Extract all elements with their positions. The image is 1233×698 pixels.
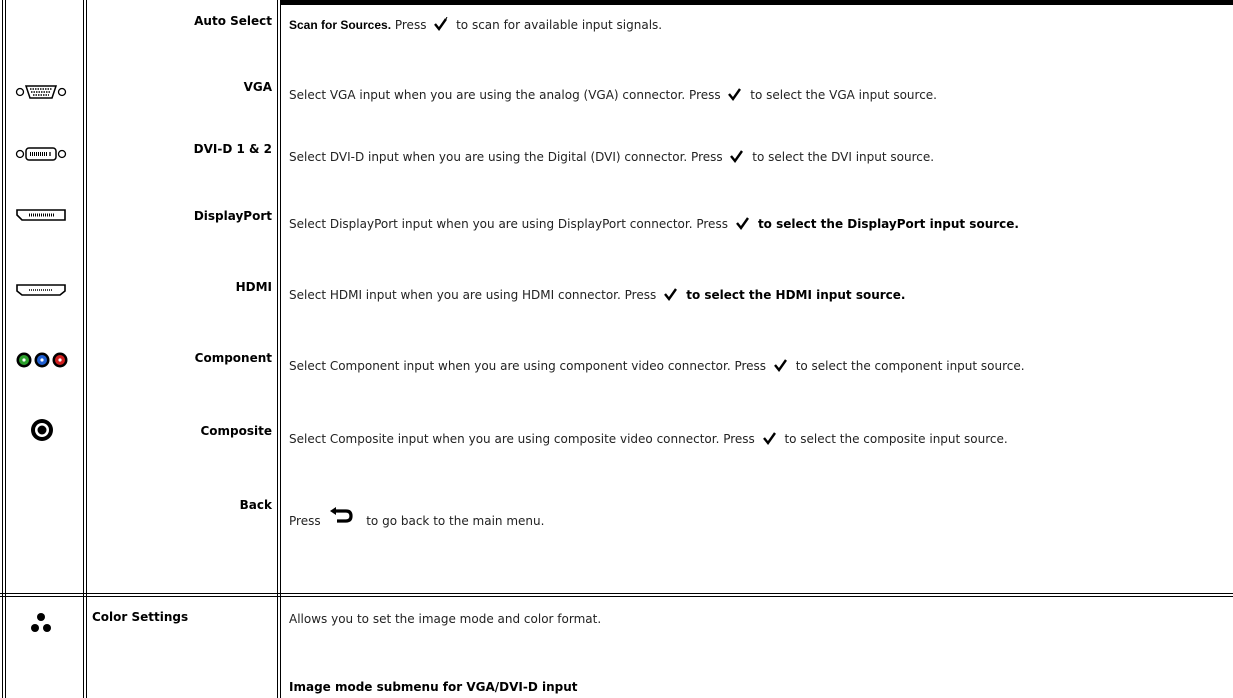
checkmark-icon xyxy=(735,217,749,230)
component-connector-icon xyxy=(15,351,71,372)
checkmark-icon xyxy=(434,17,448,31)
checkmark-icon xyxy=(728,88,742,101)
displayport-description: Select DisplayPort input when you are us… xyxy=(289,216,1019,231)
composite-description: Select Composite input when you are usin… xyxy=(289,431,1008,446)
hdmi-label: HDMI xyxy=(235,280,272,294)
desc-post: to select the VGA input source. xyxy=(746,88,937,102)
checkmark-icon xyxy=(664,288,678,301)
back-arrow-icon xyxy=(330,507,354,523)
color-settings-label: Color Settings xyxy=(92,610,189,624)
auto-select-lead: Scan for Sources. xyxy=(289,18,392,32)
desc-post: to scan for available input signals. xyxy=(452,18,663,32)
displayport-label: DisplayPort xyxy=(193,209,272,223)
color-settings-description: Allows you to set the image mode and col… xyxy=(289,612,602,626)
desc-pre: Select Composite input when you are usin… xyxy=(289,432,759,446)
desc-pre: Select HDMI input when you are using HDM… xyxy=(289,288,661,302)
checkmark-icon xyxy=(762,432,776,445)
desc-pre: Select DisplayPort input when you are us… xyxy=(289,217,732,231)
back-description: Press to go back to the main menu. xyxy=(289,505,544,528)
desc-pre: Select Component input when you are usin… xyxy=(289,359,770,373)
vga-label: VGA xyxy=(243,80,272,94)
displayport-connector-icon xyxy=(15,208,67,225)
desc-pre: Select DVI-D input when you are using th… xyxy=(289,150,727,164)
image-mode-submenu-title: Image mode submenu for VGA/DVI-D input xyxy=(289,680,578,694)
vga-description: Select VGA input when you are using the … xyxy=(289,87,937,102)
desc-post-bold: to select the DisplayPort input source. xyxy=(753,217,1019,231)
desc-pre: Press xyxy=(289,514,325,528)
desc-post: to select the component input source. xyxy=(791,359,1025,373)
hdmi-connector-icon xyxy=(15,283,67,300)
hdmi-description: Select HDMI input when you are using HDM… xyxy=(289,287,905,302)
desc-pre: Press xyxy=(391,18,431,32)
desc-pre: Select VGA input when you are using the … xyxy=(289,88,725,102)
composite-label: Composite xyxy=(200,424,272,438)
dvi-label: DVI-D 1 & 2 xyxy=(193,142,272,156)
back-label: Back xyxy=(239,498,272,512)
dvi-connector-icon xyxy=(15,146,67,165)
color-settings-icon xyxy=(30,612,52,637)
vga-connector-icon xyxy=(15,84,67,103)
composite-connector-icon xyxy=(30,418,54,445)
auto-select-label: Auto Select xyxy=(194,14,272,28)
component-description: Select Component input when you are usin… xyxy=(289,358,1025,373)
row-separator xyxy=(0,593,1233,597)
component-label: Component xyxy=(194,351,272,365)
checkmark-icon xyxy=(773,359,787,372)
checkmark-icon xyxy=(730,150,744,163)
header-bar xyxy=(280,0,1233,5)
desc-post: to select the composite input source. xyxy=(780,432,1008,446)
auto-select-description: Scan for Sources. Press to scan for avai… xyxy=(289,17,662,32)
dvi-description: Select DVI-D input when you are using th… xyxy=(289,149,934,164)
desc-post-bold: to select the HDMI input source. xyxy=(682,288,906,302)
desc-post: to select the DVI input source. xyxy=(748,150,935,164)
desc-post: to go back to the main menu. xyxy=(362,514,545,528)
